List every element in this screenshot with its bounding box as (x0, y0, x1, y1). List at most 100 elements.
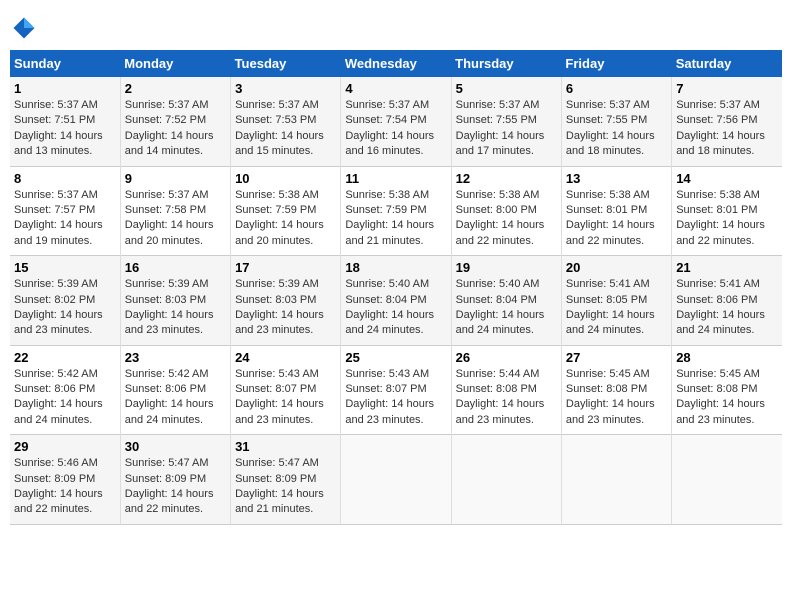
day-number: 14 (676, 171, 778, 186)
calendar-cell: 10 Sunrise: 5:38 AM Sunset: 7:59 PM Dayl… (231, 166, 341, 256)
calendar-cell: 17 Sunrise: 5:39 AM Sunset: 8:03 PM Dayl… (231, 256, 341, 346)
day-info: Sunrise: 5:37 AM Sunset: 7:55 PM Dayligh… (566, 98, 667, 160)
day-number: 7 (676, 81, 778, 96)
day-number: 31 (235, 439, 336, 454)
day-number: 24 (235, 350, 336, 365)
week-row-1: 1 Sunrise: 5:37 AM Sunset: 7:51 PM Dayli… (10, 77, 782, 166)
calendar-cell: 18 Sunrise: 5:40 AM Sunset: 8:04 PM Dayl… (341, 256, 451, 346)
day-info: Sunrise: 5:41 AM Sunset: 8:05 PM Dayligh… (566, 277, 667, 339)
day-number: 4 (345, 81, 446, 96)
day-number: 18 (345, 260, 446, 275)
calendar-cell: 13 Sunrise: 5:38 AM Sunset: 8:01 PM Dayl… (561, 166, 671, 256)
header-row: SundayMondayTuesdayWednesdayThursdayFrid… (10, 50, 782, 77)
day-number: 8 (14, 171, 116, 186)
header (10, 10, 782, 42)
day-number: 30 (125, 439, 226, 454)
day-number: 3 (235, 81, 336, 96)
calendar-cell: 14 Sunrise: 5:38 AM Sunset: 8:01 PM Dayl… (672, 166, 782, 256)
day-number: 13 (566, 171, 667, 186)
calendar-cell: 29 Sunrise: 5:46 AM Sunset: 8:09 PM Dayl… (10, 435, 120, 525)
day-number: 6 (566, 81, 667, 96)
week-row-2: 8 Sunrise: 5:37 AM Sunset: 7:57 PM Dayli… (10, 166, 782, 256)
day-number: 10 (235, 171, 336, 186)
day-info: Sunrise: 5:40 AM Sunset: 8:04 PM Dayligh… (345, 277, 446, 339)
calendar-cell: 4 Sunrise: 5:37 AM Sunset: 7:54 PM Dayli… (341, 77, 451, 166)
calendar-cell: 5 Sunrise: 5:37 AM Sunset: 7:55 PM Dayli… (451, 77, 561, 166)
day-info: Sunrise: 5:42 AM Sunset: 8:06 PM Dayligh… (14, 367, 116, 429)
calendar-cell: 24 Sunrise: 5:43 AM Sunset: 8:07 PM Dayl… (231, 345, 341, 435)
day-number: 25 (345, 350, 446, 365)
day-info: Sunrise: 5:39 AM Sunset: 8:03 PM Dayligh… (125, 277, 226, 339)
day-number: 23 (125, 350, 226, 365)
day-number: 15 (14, 260, 116, 275)
calendar-cell (451, 435, 561, 525)
calendar-table: SundayMondayTuesdayWednesdayThursdayFrid… (10, 50, 782, 525)
calendar-cell: 31 Sunrise: 5:47 AM Sunset: 8:09 PM Dayl… (231, 435, 341, 525)
calendar-cell: 21 Sunrise: 5:41 AM Sunset: 8:06 PM Dayl… (672, 256, 782, 346)
calendar-cell: 16 Sunrise: 5:39 AM Sunset: 8:03 PM Dayl… (120, 256, 230, 346)
week-row-3: 15 Sunrise: 5:39 AM Sunset: 8:02 PM Dayl… (10, 256, 782, 346)
calendar-cell: 1 Sunrise: 5:37 AM Sunset: 7:51 PM Dayli… (10, 77, 120, 166)
header-cell-monday: Monday (120, 50, 230, 77)
day-info: Sunrise: 5:40 AM Sunset: 8:04 PM Dayligh… (456, 277, 557, 339)
day-number: 26 (456, 350, 557, 365)
calendar-cell: 19 Sunrise: 5:40 AM Sunset: 8:04 PM Dayl… (451, 256, 561, 346)
week-row-5: 29 Sunrise: 5:46 AM Sunset: 8:09 PM Dayl… (10, 435, 782, 525)
day-info: Sunrise: 5:43 AM Sunset: 8:07 PM Dayligh… (345, 367, 446, 429)
day-info: Sunrise: 5:42 AM Sunset: 8:06 PM Dayligh… (125, 367, 226, 429)
header-cell-thursday: Thursday (451, 50, 561, 77)
calendar-cell: 15 Sunrise: 5:39 AM Sunset: 8:02 PM Dayl… (10, 256, 120, 346)
calendar-cell: 20 Sunrise: 5:41 AM Sunset: 8:05 PM Dayl… (561, 256, 671, 346)
calendar-body: 1 Sunrise: 5:37 AM Sunset: 7:51 PM Dayli… (10, 77, 782, 524)
day-info: Sunrise: 5:45 AM Sunset: 8:08 PM Dayligh… (676, 367, 778, 429)
day-number: 22 (14, 350, 116, 365)
calendar-cell: 9 Sunrise: 5:37 AM Sunset: 7:58 PM Dayli… (120, 166, 230, 256)
header-cell-sunday: Sunday (10, 50, 120, 77)
calendar-cell (672, 435, 782, 525)
header-cell-friday: Friday (561, 50, 671, 77)
day-info: Sunrise: 5:37 AM Sunset: 7:58 PM Dayligh… (125, 188, 226, 250)
day-info: Sunrise: 5:39 AM Sunset: 8:02 PM Dayligh… (14, 277, 116, 339)
calendar-cell: 27 Sunrise: 5:45 AM Sunset: 8:08 PM Dayl… (561, 345, 671, 435)
week-row-4: 22 Sunrise: 5:42 AM Sunset: 8:06 PM Dayl… (10, 345, 782, 435)
calendar-cell: 11 Sunrise: 5:38 AM Sunset: 7:59 PM Dayl… (341, 166, 451, 256)
day-number: 28 (676, 350, 778, 365)
calendar-cell: 26 Sunrise: 5:44 AM Sunset: 8:08 PM Dayl… (451, 345, 561, 435)
day-info: Sunrise: 5:37 AM Sunset: 7:55 PM Dayligh… (456, 98, 557, 160)
day-info: Sunrise: 5:47 AM Sunset: 8:09 PM Dayligh… (125, 456, 226, 518)
calendar-cell: 3 Sunrise: 5:37 AM Sunset: 7:53 PM Dayli… (231, 77, 341, 166)
day-number: 29 (14, 439, 116, 454)
day-info: Sunrise: 5:38 AM Sunset: 8:01 PM Dayligh… (566, 188, 667, 250)
calendar-cell: 6 Sunrise: 5:37 AM Sunset: 7:55 PM Dayli… (561, 77, 671, 166)
day-info: Sunrise: 5:38 AM Sunset: 7:59 PM Dayligh… (345, 188, 446, 250)
calendar-cell (561, 435, 671, 525)
day-number: 17 (235, 260, 336, 275)
header-cell-tuesday: Tuesday (231, 50, 341, 77)
calendar-cell: 25 Sunrise: 5:43 AM Sunset: 8:07 PM Dayl… (341, 345, 451, 435)
calendar-cell: 30 Sunrise: 5:47 AM Sunset: 8:09 PM Dayl… (120, 435, 230, 525)
day-number: 5 (456, 81, 557, 96)
day-info: Sunrise: 5:45 AM Sunset: 8:08 PM Dayligh… (566, 367, 667, 429)
calendar-cell: 2 Sunrise: 5:37 AM Sunset: 7:52 PM Dayli… (120, 77, 230, 166)
day-info: Sunrise: 5:43 AM Sunset: 8:07 PM Dayligh… (235, 367, 336, 429)
day-number: 20 (566, 260, 667, 275)
day-info: Sunrise: 5:47 AM Sunset: 8:09 PM Dayligh… (235, 456, 336, 518)
day-info: Sunrise: 5:38 AM Sunset: 8:01 PM Dayligh… (676, 188, 778, 250)
day-number: 27 (566, 350, 667, 365)
day-info: Sunrise: 5:37 AM Sunset: 7:54 PM Dayligh… (345, 98, 446, 160)
calendar-header: SundayMondayTuesdayWednesdayThursdayFrid… (10, 50, 782, 77)
day-info: Sunrise: 5:39 AM Sunset: 8:03 PM Dayligh… (235, 277, 336, 339)
calendar-cell: 12 Sunrise: 5:38 AM Sunset: 8:00 PM Dayl… (451, 166, 561, 256)
day-number: 21 (676, 260, 778, 275)
calendar-cell: 28 Sunrise: 5:45 AM Sunset: 8:08 PM Dayl… (672, 345, 782, 435)
header-cell-saturday: Saturday (672, 50, 782, 77)
day-number: 19 (456, 260, 557, 275)
day-info: Sunrise: 5:37 AM Sunset: 7:57 PM Dayligh… (14, 188, 116, 250)
logo-icon (10, 14, 38, 42)
day-number: 9 (125, 171, 226, 186)
calendar-cell: 7 Sunrise: 5:37 AM Sunset: 7:56 PM Dayli… (672, 77, 782, 166)
calendar-cell: 22 Sunrise: 5:42 AM Sunset: 8:06 PM Dayl… (10, 345, 120, 435)
day-info: Sunrise: 5:37 AM Sunset: 7:52 PM Dayligh… (125, 98, 226, 160)
day-info: Sunrise: 5:37 AM Sunset: 7:51 PM Dayligh… (14, 98, 116, 160)
day-number: 1 (14, 81, 116, 96)
